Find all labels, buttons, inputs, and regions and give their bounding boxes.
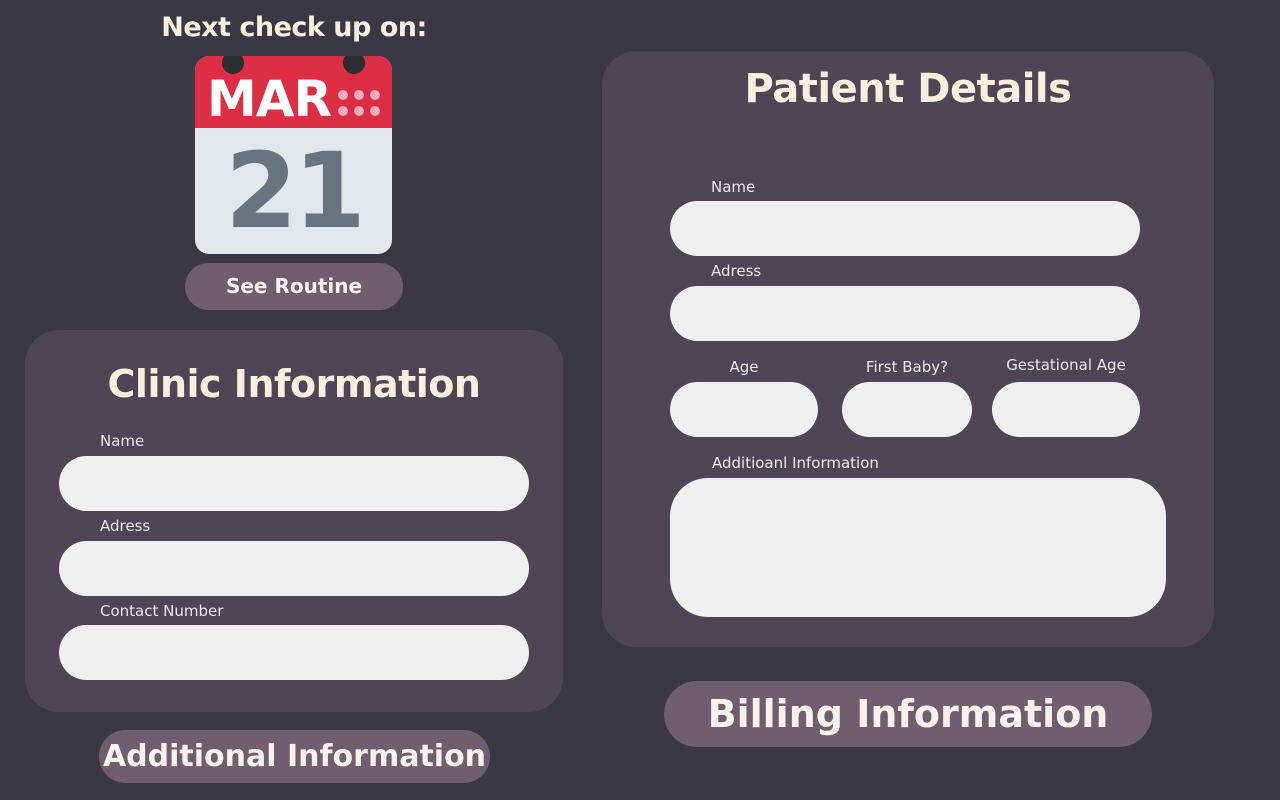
clinic-name-label: Name: [100, 432, 145, 450]
clinic-contact-number-field[interactable]: [59, 625, 529, 680]
calendar-dots: [338, 90, 384, 120]
calendar-month: MAR: [207, 70, 332, 128]
first-baby-field[interactable]: [842, 382, 972, 437]
see-routine-button[interactable]: See Routine: [185, 263, 403, 310]
patient-details-panel: Patient Details Name Adress Age First Ba…: [602, 51, 1214, 647]
calendar-icon: MAR 21: [195, 56, 392, 254]
calendar-day: 21: [225, 130, 366, 252]
clinic-information-title: Clinic Information: [107, 362, 481, 406]
next-checkup-heading: Next check up on:: [161, 12, 427, 43]
billing-information-button[interactable]: Billing Information: [664, 681, 1152, 747]
clinic-address-field[interactable]: [59, 541, 529, 596]
additional-information-button[interactable]: Additional Information: [99, 730, 490, 783]
patient-name-label: Name: [711, 178, 756, 196]
gestational-age-label: Gestational Age: [1006, 356, 1126, 374]
patient-name-field[interactable]: [670, 201, 1140, 256]
clinic-contact-number-label: Contact Number: [100, 602, 224, 620]
patient-age-field[interactable]: [670, 382, 818, 437]
clinic-address-label: Adress: [100, 517, 151, 535]
patient-address-field[interactable]: [670, 286, 1140, 341]
clinic-name-field[interactable]: [59, 456, 529, 511]
gestational-age-field[interactable]: [992, 382, 1140, 437]
patient-details-title: Patient Details: [744, 66, 1072, 112]
patient-address-label: Adress: [711, 262, 762, 280]
patient-additional-information-textarea[interactable]: [670, 478, 1166, 617]
patient-additional-information-label: Additioanl Information: [712, 454, 879, 472]
first-baby-label: First Baby?: [865, 358, 949, 376]
clinic-information-panel: Clinic Information Name Adress Contact N…: [25, 330, 563, 712]
patient-age-label: Age: [729, 358, 759, 376]
